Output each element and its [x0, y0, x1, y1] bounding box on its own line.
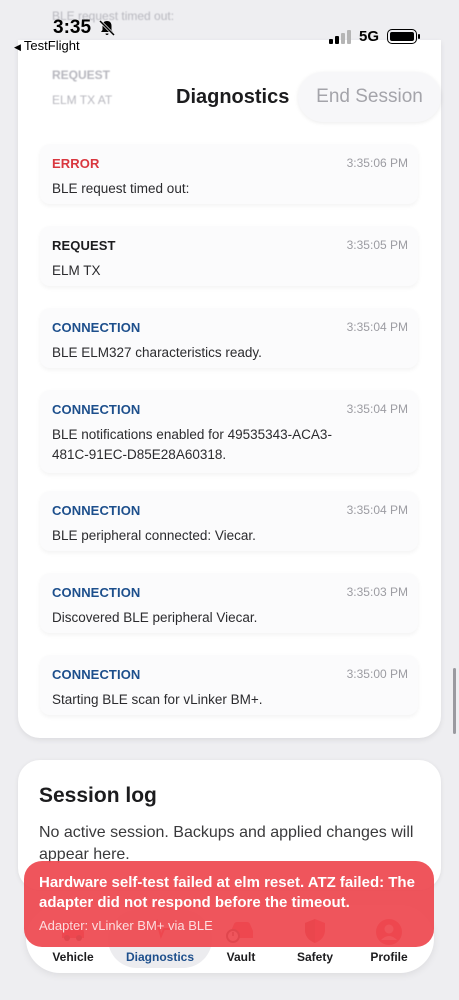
log-entry: CONNECTION 3:35:04 PM BLE peripheral conne…: [40, 491, 418, 551]
bell-slash-icon: [98, 19, 116, 37]
log-type: CONNECTION: [52, 667, 141, 682]
tab-label: Profile: [370, 950, 408, 964]
log-entry: ERROR 3:35:06 PM BLE request timed out:: [40, 144, 418, 204]
log-entry: CONNECTION 3:35:04 PM BLE ELM327 character…: [40, 308, 418, 368]
log-entry: CONNECTION 3:35:03 PM Discovered BLE perip…: [40, 573, 418, 633]
log-type: ERROR: [52, 156, 100, 171]
toast-message: Hardware self-test failed at elm reset. …: [39, 874, 415, 911]
log-timestamp: 3:35:04 PM: [346, 320, 408, 334]
log-message: BLE peripheral connected: Viecar.: [52, 528, 256, 543]
log-entry: CONNECTION 3:35:00 PM Starting BLE scan fo…: [40, 655, 418, 715]
log-message: BLE ELM327 characteristics ready.: [52, 345, 262, 360]
log-type: CONNECTION: [52, 402, 141, 417]
toast-subtext: Adapter: vLinker BM+ via BLE: [39, 918, 213, 933]
cellular-signal-icon: [329, 30, 351, 44]
status-bar: 3:35 ◀ TestFlight 5G: [0, 0, 459, 58]
status-time: 3:35: [53, 17, 92, 38]
back-app-label: TestFlight: [23, 38, 80, 53]
log-timestamp: 3:35:06 PM: [346, 156, 408, 170]
log-entry: CONNECTION 3:35:04 PM BLE notifications en…: [40, 390, 418, 473]
tab-label: Vault: [226, 950, 256, 964]
log-message: BLE request timed out:: [52, 181, 190, 196]
tab-label: Vehicle: [52, 950, 94, 964]
log-timestamp: 3:35:05 PM: [346, 238, 408, 252]
log-type: REQUEST: [52, 238, 116, 253]
page-title: Diagnostics: [176, 86, 290, 108]
diagnostics-log-panel[interactable]: ERROR 3:35:06 PM BLE request timed out: REQ…: [18, 40, 441, 738]
error-toast[interactable]: Hardware self-test failed at elm reset. …: [24, 861, 434, 947]
scroll-indicator[interactable]: [453, 668, 456, 734]
log-type: CONNECTION: [52, 503, 141, 518]
log-timestamp: 3:35:04 PM: [346, 503, 408, 517]
session-log-title: Session log: [39, 784, 157, 807]
end-session-button[interactable]: End Session: [298, 72, 441, 122]
tab-label: Diagnostics: [125, 950, 194, 964]
log-timestamp: 3:35:04 PM: [346, 402, 408, 416]
tab-label: Safety: [296, 950, 334, 964]
log-entry: REQUEST 3:35:05 PM ELM TX: [40, 226, 418, 286]
session-log-text: No active session. Backups and applied c…: [39, 824, 414, 863]
back-arrow-icon: ◀: [14, 42, 21, 52]
log-timestamp: 3:35:00 PM: [346, 667, 408, 681]
log-message: ELM TX: [52, 263, 101, 278]
back-to-app-link[interactable]: ◀ TestFlight: [14, 38, 80, 53]
log-message: Discovered BLE peripheral Viecar.: [52, 610, 258, 625]
log-timestamp: 3:35:03 PM: [346, 585, 408, 599]
log-type: CONNECTION: [52, 585, 141, 600]
battery-icon: [387, 29, 420, 44]
log-message: Starting BLE scan for vLinker BM+.: [52, 692, 263, 707]
nav-bar: Diagnostics End Session: [0, 72, 459, 122]
log-message: BLE notifications enabled for 49535343-A…: [52, 427, 332, 462]
network-type: 5G: [359, 28, 380, 45]
log-type: CONNECTION: [52, 320, 141, 335]
